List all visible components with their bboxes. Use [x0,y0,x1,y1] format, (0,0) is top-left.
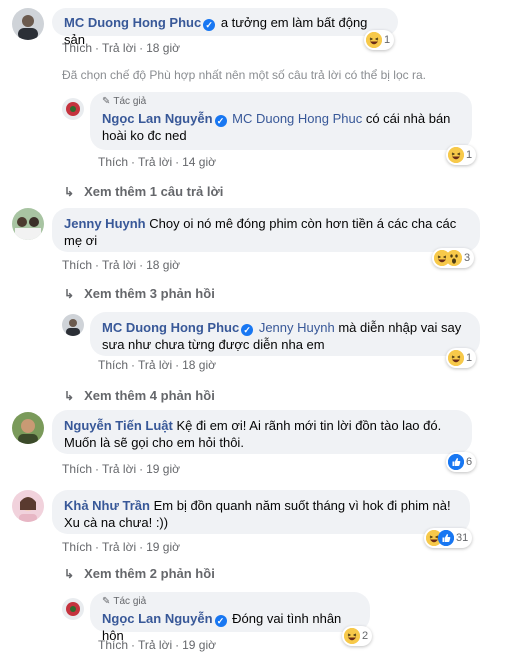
haha-reaction-icon [448,350,464,366]
avatar[interactable] [12,412,44,444]
comment-bubble: MC Duong Hong Phuc ✓ a tưởng em làm bất đ… [52,8,398,47]
comment-actions: Thích · Trả lời · 18 giờ [62,258,180,272]
reaction-count: 1 [384,34,391,46]
pen-icon: ✎ [102,96,111,107]
comment-time[interactable]: 18 giờ [182,358,216,372]
pen-icon: ✎ [102,596,111,607]
reply-link[interactable]: Trả lời [138,155,172,169]
like-link[interactable]: Thích [98,155,128,169]
reaction-count: 6 [466,456,473,468]
haha-reaction-icon [448,147,464,163]
mention-link[interactable]: Jenny Huynh [259,320,335,335]
author-tag: ✎ Tác giả [102,96,147,107]
avatar[interactable] [12,208,44,240]
comment-author[interactable]: Nguyễn Tiến Luật [64,418,173,433]
comment-actions: Thích · Trả lời · 18 giờ [62,41,180,55]
comment-time[interactable]: 14 giờ [182,155,216,169]
reply-arrow-icon: ↳ [64,566,75,581]
view-more-replies[interactable]: ↳ Xem thêm 3 phản hồi [64,286,215,301]
comment-actions: Thích · Trả lời · 19 giờ [62,462,180,476]
reaction-summary[interactable]: 1 [446,348,477,368]
comment-actions: Thích · Trả lời · 18 giờ [98,358,216,372]
reply-arrow-icon: ↳ [64,388,75,403]
reaction-count: 1 [466,352,473,364]
like-link[interactable]: Thích [98,358,128,372]
reply-link[interactable]: Trả lời [102,41,136,55]
comment-bubble: Khả Như Trần Em bị đồn quanh năm suốt th… [52,490,470,534]
reply-link[interactable]: Trả lời [102,462,136,476]
comment-bubble: ✎ Tác giả Ngọc Lan Nguyễn ✓ Đóng vai tình … [90,592,370,643]
reply-arrow-icon: ↳ [64,184,75,199]
reaction-summary[interactable]: 2 [342,626,373,646]
reply-link[interactable]: Trả lời [138,358,172,372]
view-more-replies[interactable]: ↳ Xem thêm 4 phản hồi [64,388,215,403]
like-link[interactable]: Thích [62,540,92,554]
comment-bubble: ✎ Tác giả Ngọc Lan Nguyễn ✓ MC Duong Hong … [90,92,472,150]
mention-link[interactable]: MC Duong Hong Phuc [232,111,362,126]
reaction-summary[interactable]: 1 [446,145,477,165]
author-tag: ✎ Tác giả [102,596,147,607]
comment-author[interactable]: Ngọc Lan Nguyễn [102,111,213,126]
reaction-count: 31 [456,532,469,544]
like-link[interactable]: Thích [62,41,92,55]
comment-author[interactable]: MC Duong Hong Phuc [64,15,201,30]
comment-actions: Thích · Trả lời · 14 giờ [98,155,216,169]
comment-time[interactable]: 19 giờ [146,462,180,476]
comment-author[interactable]: Khả Như Trần [64,498,150,513]
filter-note: Đã chọn chế độ Phù hợp nhất nên một số c… [62,68,426,82]
view-more-replies[interactable]: ↳ Xem thêm 2 phản hồi [64,566,215,581]
reaction-count: 2 [362,630,369,642]
view-more-replies[interactable]: ↳ Xem thêm 1 câu trả lời [64,184,223,199]
avatar[interactable] [62,598,84,620]
comment-time[interactable]: 19 giờ [146,540,180,554]
verified-badge-icon: ✓ [214,615,227,627]
comment-bubble: Nguyễn Tiến Luật Kệ đi em ơi! Ai rãnh mớ… [52,410,472,454]
comment-time[interactable]: 19 giờ [182,638,216,652]
reaction-summary[interactable]: 3 [432,248,475,268]
comment-time[interactable]: 18 giờ [146,258,180,272]
like-reaction-icon [438,530,454,546]
comment-actions: Thích · Trả lời · 19 giờ [62,540,180,554]
like-reaction-icon [448,454,464,470]
comment-bubble: MC Duong Hong Phuc ✓ Jenny Huynh mà diễn … [90,312,480,356]
comment-author[interactable]: Ngọc Lan Nguyễn [102,611,213,626]
avatar[interactable] [12,490,44,522]
haha-reaction-icon [366,32,382,48]
comment-bubble: Jenny Huynh Choy oi nó mê đóng phim còn … [52,208,480,252]
like-link[interactable]: Thích [62,462,92,476]
reply-link[interactable]: Trả lời [138,638,172,652]
avatar[interactable] [12,8,44,40]
wow-reaction-icon [446,250,462,266]
reaction-summary[interactable]: 6 [446,452,477,472]
verified-badge-icon: ✓ [203,19,216,31]
like-link[interactable]: Thích [98,638,128,652]
reply-arrow-icon: ↳ [64,286,75,301]
comment-time[interactable]: 18 giờ [146,41,180,55]
comment-actions: Thích · Trả lời · 19 giờ [98,638,216,652]
like-link[interactable]: Thích [62,258,92,272]
verified-badge-icon: ✓ [241,324,254,336]
reply-link[interactable]: Trả lời [102,540,136,554]
comment-author[interactable]: MC Duong Hong Phuc [102,320,239,335]
comment-author[interactable]: Jenny Huynh [64,216,146,231]
reaction-count: 3 [464,252,471,264]
reaction-count: 1 [466,149,473,161]
haha-reaction-icon [344,628,360,644]
reply-link[interactable]: Trả lời [102,258,136,272]
reaction-summary[interactable]: 31 [424,528,473,548]
avatar[interactable] [62,314,84,336]
reaction-summary[interactable]: 1 [364,30,395,50]
verified-badge-icon: ✓ [214,115,227,127]
avatar[interactable] [62,98,84,120]
